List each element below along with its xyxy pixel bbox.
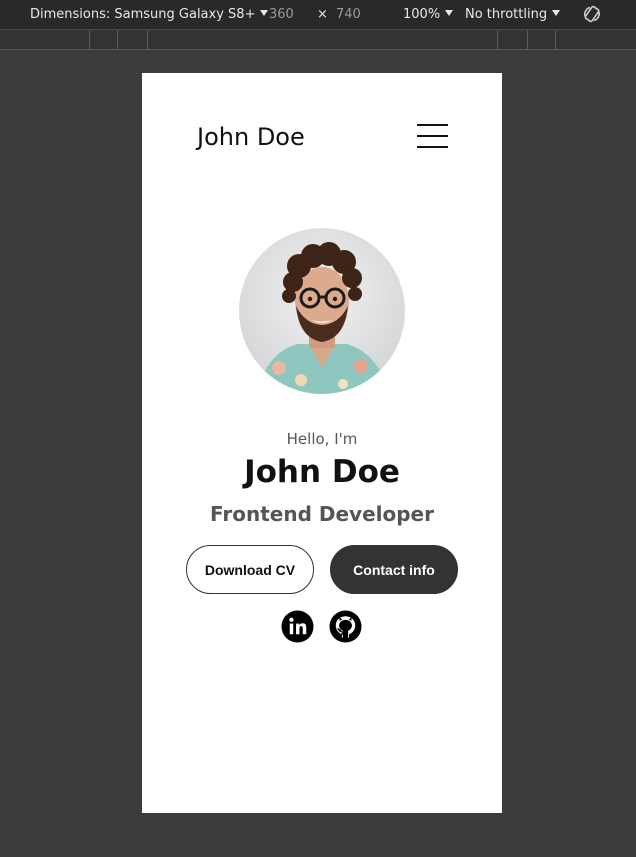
github-icon[interactable] [329, 610, 362, 643]
chevron-down-icon [445, 10, 454, 16]
zoom-dropdown[interactable]: 100% [403, 7, 454, 22]
contact-info-button[interactable]: Contact info [330, 545, 458, 594]
throttling-label: No throttling [465, 7, 548, 22]
devtools-device-toolbar: Dimensions: Samsung Galaxy S8+ 360 × 740… [0, 0, 636, 29]
height-input[interactable]: 740 [336, 7, 361, 22]
linkedin-icon[interactable] [281, 610, 314, 643]
rotate-icon[interactable] [582, 4, 602, 24]
dimension-separator: × [317, 7, 328, 22]
chevron-down-icon [260, 10, 269, 16]
media-query-ruler [0, 29, 636, 50]
chevron-down-icon [552, 10, 561, 16]
hero-role: Frontend Developer [210, 502, 434, 526]
throttling-dropdown[interactable]: No throttling [465, 7, 561, 22]
device-dimensions-dropdown[interactable]: Dimensions: Samsung Galaxy S8+ [30, 7, 269, 22]
zoom-label: 100% [403, 7, 441, 22]
hero-name: John Doe [244, 454, 400, 490]
brand-logo[interactable]: John Doe [197, 123, 305, 151]
device-dimensions-label: Dimensions: Samsung Galaxy S8+ [30, 7, 256, 22]
download-cv-button[interactable]: Download CV [186, 545, 314, 594]
width-input[interactable]: 360 [269, 7, 294, 22]
device-viewport: John Doe Hello, I'm John Doe Frontend De… [142, 73, 502, 813]
profile-photo [239, 228, 405, 394]
greeting-text: Hello, I'm [286, 430, 358, 448]
hamburger-icon[interactable] [417, 123, 449, 149]
